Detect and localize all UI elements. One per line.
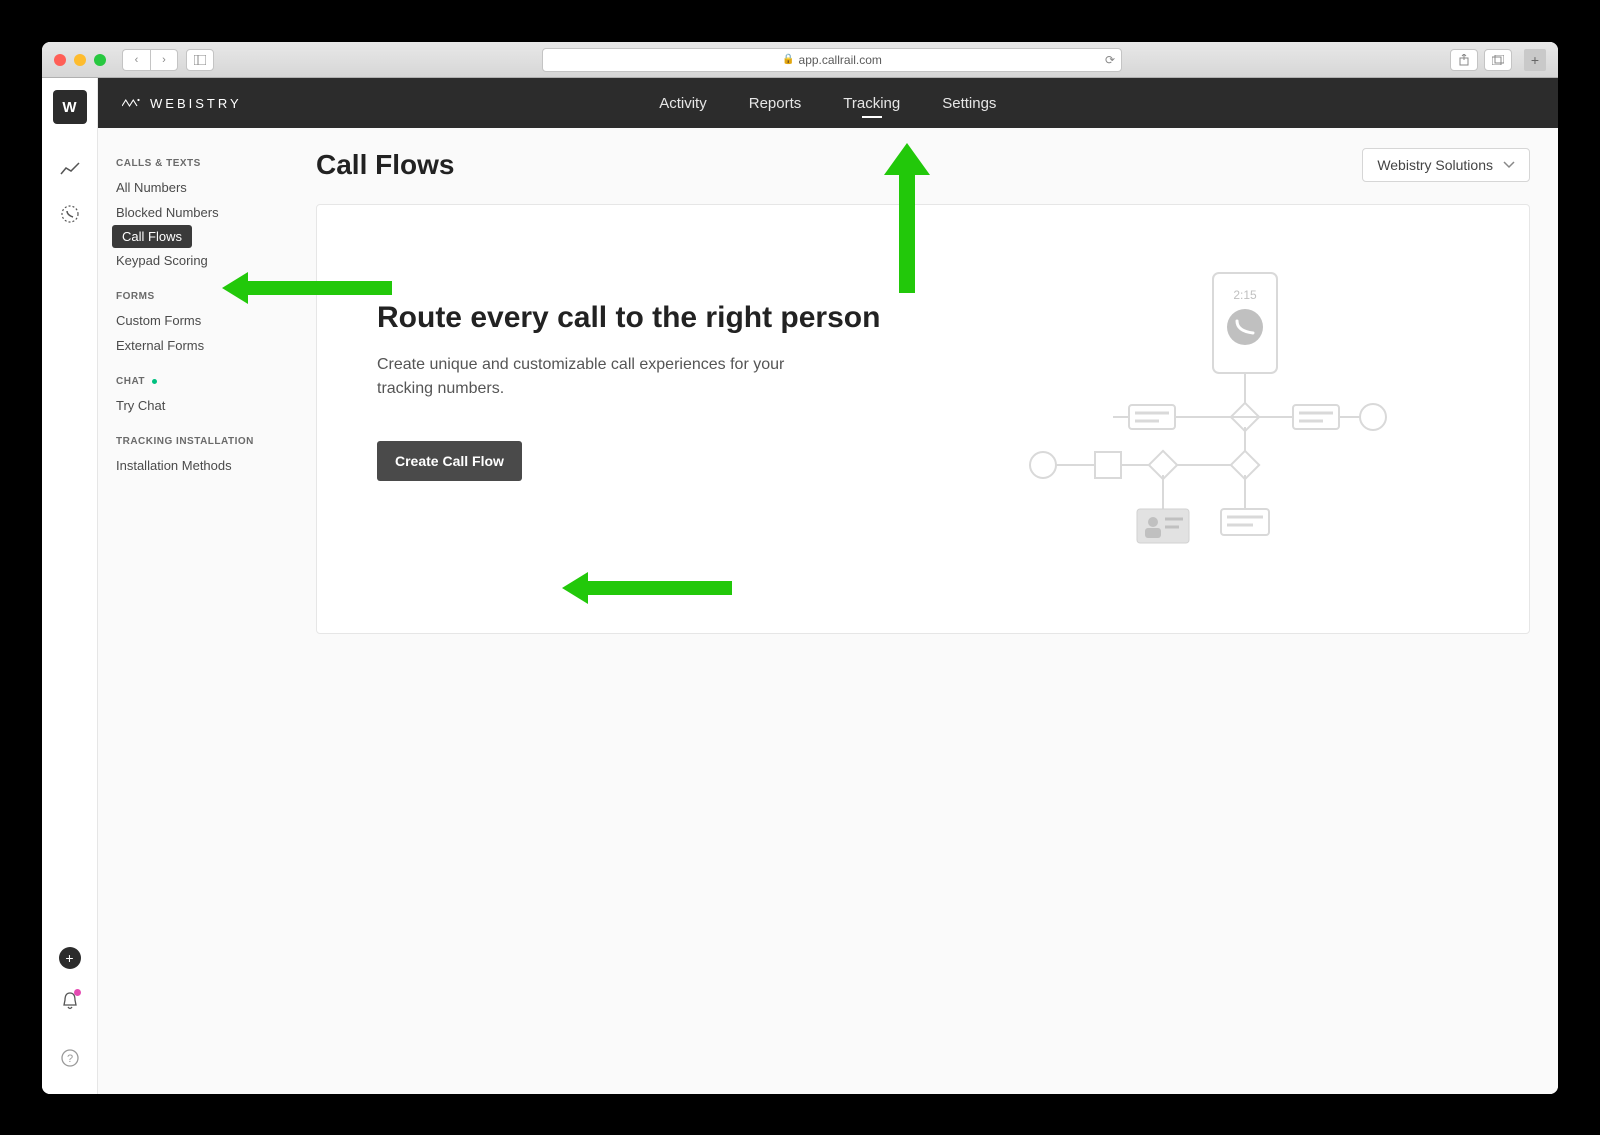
share-icon xyxy=(1459,54,1469,66)
sidebar-section-tracking-install: TRACKING INSTALLATION xyxy=(116,436,288,447)
rail-analytics-icon[interactable] xyxy=(50,150,90,190)
sidebar-item-external-forms[interactable]: External Forms xyxy=(112,333,288,358)
rail-help-button[interactable]: ? xyxy=(50,1038,90,1078)
nav-buttons: ‹ › xyxy=(122,49,178,71)
empty-state-card: Route every call to the right person Cre… xyxy=(316,204,1530,634)
account-selector[interactable]: Webistry Solutions xyxy=(1362,148,1530,182)
tabs-button[interactable] xyxy=(1484,49,1512,71)
hero-description: Create unique and customizable call expe… xyxy=(377,353,817,401)
sidebar-icon xyxy=(194,55,206,65)
empty-state-illustration: 2:15 xyxy=(937,265,1469,565)
sidebar-item-install-methods[interactable]: Installation Methods xyxy=(112,453,288,478)
account-selector-label: Webistry Solutions xyxy=(1377,157,1493,173)
rail-notifications-button[interactable] xyxy=(61,991,79,1016)
sidebar-item-try-chat[interactable]: Try Chat xyxy=(112,393,288,418)
browser-window: ‹ › 🔒 app.callrail.com ⟳ + W xyxy=(42,42,1558,1094)
nav-reports[interactable]: Reports xyxy=(749,95,802,112)
tabs-icon xyxy=(1492,55,1504,65)
minimize-window-icon[interactable] xyxy=(74,54,86,66)
page: Call Flows Webistry Solutions Route ever… xyxy=(288,128,1558,1094)
nav-tracking[interactable]: Tracking xyxy=(843,95,900,112)
share-button[interactable] xyxy=(1450,49,1478,71)
lock-icon: 🔒 xyxy=(782,54,794,65)
sidebar-item-keypad-scoring[interactable]: Keypad Scoring xyxy=(112,248,288,273)
nav-settings[interactable]: Settings xyxy=(942,95,996,112)
page-title: Call Flows xyxy=(316,149,454,181)
create-call-flow-button[interactable]: Create Call Flow xyxy=(377,441,522,481)
sidebar-toggle-button[interactable] xyxy=(186,49,214,71)
reload-icon[interactable]: ⟳ xyxy=(1105,53,1115,67)
app-shell: W + ? WEBISTRY xyxy=(42,78,1558,1094)
nav-activity[interactable]: Activity xyxy=(659,95,707,112)
rail-add-button[interactable]: + xyxy=(59,947,81,969)
sidebar-item-blocked-numbers[interactable]: Blocked Numbers xyxy=(112,200,288,225)
sidebar-section-calls: CALLS & TEXTS xyxy=(116,158,288,169)
hero-title: Route every call to the right person xyxy=(377,301,897,335)
new-feature-dot-icon xyxy=(152,379,157,384)
workspace-letter: W xyxy=(62,99,76,116)
top-navigation: Activity Reports Tracking Settings xyxy=(659,95,996,112)
topbar: WEBISTRY Activity Reports Tracking Setti… xyxy=(98,78,1558,128)
brand-mark-icon xyxy=(122,97,140,109)
url-text: app.callrail.com xyxy=(799,53,882,67)
help-icon: ? xyxy=(60,1048,80,1068)
url-bar[interactable]: 🔒 app.callrail.com ⟳ xyxy=(542,48,1122,72)
page-header: Call Flows Webistry Solutions xyxy=(316,148,1530,182)
brand-logo[interactable]: WEBISTRY xyxy=(122,96,242,111)
chevron-down-icon xyxy=(1503,161,1515,169)
sidebar-item-call-flows[interactable]: Call Flows xyxy=(112,225,192,248)
content-area: CALLS & TEXTS All Numbers Blocked Number… xyxy=(98,128,1558,1094)
window-controls[interactable] xyxy=(54,54,106,66)
empty-state-content: Route every call to the right person Cre… xyxy=(377,265,897,481)
svg-text:2:15: 2:15 xyxy=(1233,288,1257,302)
maximize-window-icon[interactable] xyxy=(94,54,106,66)
sidebar-item-all-numbers[interactable]: All Numbers xyxy=(112,175,288,200)
brand-text: WEBISTRY xyxy=(150,96,242,111)
notification-dot-icon xyxy=(74,989,81,996)
sidebar-section-chat-label: CHAT xyxy=(116,376,145,387)
svg-text:?: ? xyxy=(66,1053,72,1065)
main-column: WEBISTRY Activity Reports Tracking Setti… xyxy=(98,78,1558,1094)
close-window-icon[interactable] xyxy=(54,54,66,66)
new-tab-button[interactable]: + xyxy=(1524,49,1546,71)
browser-chrome: ‹ › 🔒 app.callrail.com ⟳ + xyxy=(42,42,1558,78)
workspace-logo[interactable]: W xyxy=(53,90,87,124)
icon-rail: W + ? xyxy=(42,78,98,1094)
forward-button[interactable]: › xyxy=(150,49,178,71)
sidebar: CALLS & TEXTS All Numbers Blocked Number… xyxy=(98,128,288,1094)
rail-calls-icon[interactable] xyxy=(50,194,90,234)
sidebar-section-chat: CHAT xyxy=(116,376,288,387)
sidebar-item-custom-forms[interactable]: Custom Forms xyxy=(112,308,288,333)
call-flow-diagram-icon: 2:15 xyxy=(1013,265,1393,565)
sidebar-section-forms: FORMS xyxy=(116,291,288,302)
back-button[interactable]: ‹ xyxy=(122,49,150,71)
